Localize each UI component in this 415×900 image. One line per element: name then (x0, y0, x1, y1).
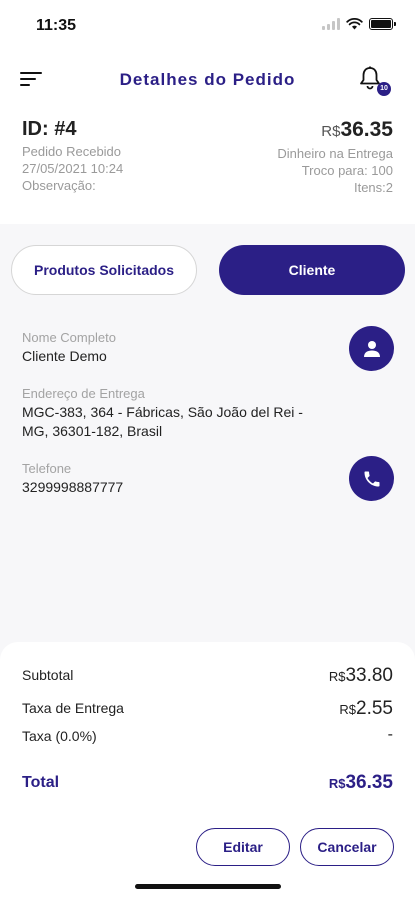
phone-label: Telefone (22, 461, 72, 476)
total-value: R$36.35 (329, 772, 393, 794)
phone-icon (364, 471, 379, 486)
total-amount: 36.35 (345, 772, 393, 793)
delivery-fee-value: R$2.55 (339, 698, 393, 720)
call-button[interactable] (349, 456, 394, 501)
address-line-2: MG, 36301-182, Brasil (22, 423, 163, 439)
client-name: Cliente Demo (22, 348, 107, 364)
page-title: Detalhes do Pedido (119, 70, 296, 89)
payment-method: Dinheiro na Entrega (277, 146, 393, 161)
currency-symbol: R$ (328, 669, 346, 684)
total-label: Total (22, 774, 60, 791)
battery-icon (369, 18, 396, 30)
order-datetime: 27/05/2021 10:24 (22, 161, 124, 176)
person-icon (363, 340, 380, 357)
subtotal-amount: 33.80 (345, 665, 393, 686)
signal-icon (322, 18, 340, 30)
address-label: Endereço de Entrega (22, 386, 145, 401)
order-status: Pedido Recebido (22, 144, 122, 159)
contact-button[interactable] (349, 326, 394, 371)
tab-client[interactable]: Cliente (219, 245, 405, 295)
cancel-button[interactable]: Cancelar (300, 828, 394, 866)
home-indicator (135, 884, 281, 889)
delivery-fee-amount: 2.55 (356, 698, 393, 719)
notification-badge: 10 (377, 82, 391, 96)
edit-button[interactable]: Editar (196, 828, 290, 866)
client-phone: 3299998887777 (22, 479, 124, 495)
wifi-icon (346, 18, 363, 30)
tab-products[interactable]: Produtos Solicitados (11, 245, 197, 295)
name-label: Nome Completo (22, 330, 116, 345)
order-total: R$36.35 (321, 118, 393, 142)
order-observation-label: Observação: (22, 178, 96, 193)
address-line-1: MGC-383, 364 - Fábricas, São João del Re… (22, 404, 303, 420)
order-id: ID: #4 (22, 118, 77, 140)
subtotal-label: Subtotal (22, 667, 74, 683)
delivery-fee-label: Taxa de Entrega (22, 700, 124, 716)
tax-label: Taxa (0.0%) (22, 728, 97, 744)
order-summary: ID: #4 Pedido Recebido 27/05/2021 10:24 … (0, 104, 415, 224)
status-icons (322, 18, 396, 30)
currency-symbol: R$ (339, 702, 357, 717)
app-header: Detalhes do Pedido 10 (0, 52, 415, 104)
currency-symbol: R$ (328, 776, 346, 791)
status-bar: 11:35 (0, 0, 415, 52)
notifications-button[interactable]: 10 (359, 66, 391, 96)
change-for: Troco para: 100 (301, 163, 393, 178)
subtotal-value: R$33.80 (329, 665, 393, 687)
status-time: 11:35 (36, 17, 77, 34)
currency-symbol: R$ (321, 123, 341, 140)
tax-value: - (387, 726, 393, 743)
order-total-value: 36.35 (340, 118, 393, 141)
item-count: Itens:2 (353, 180, 393, 195)
